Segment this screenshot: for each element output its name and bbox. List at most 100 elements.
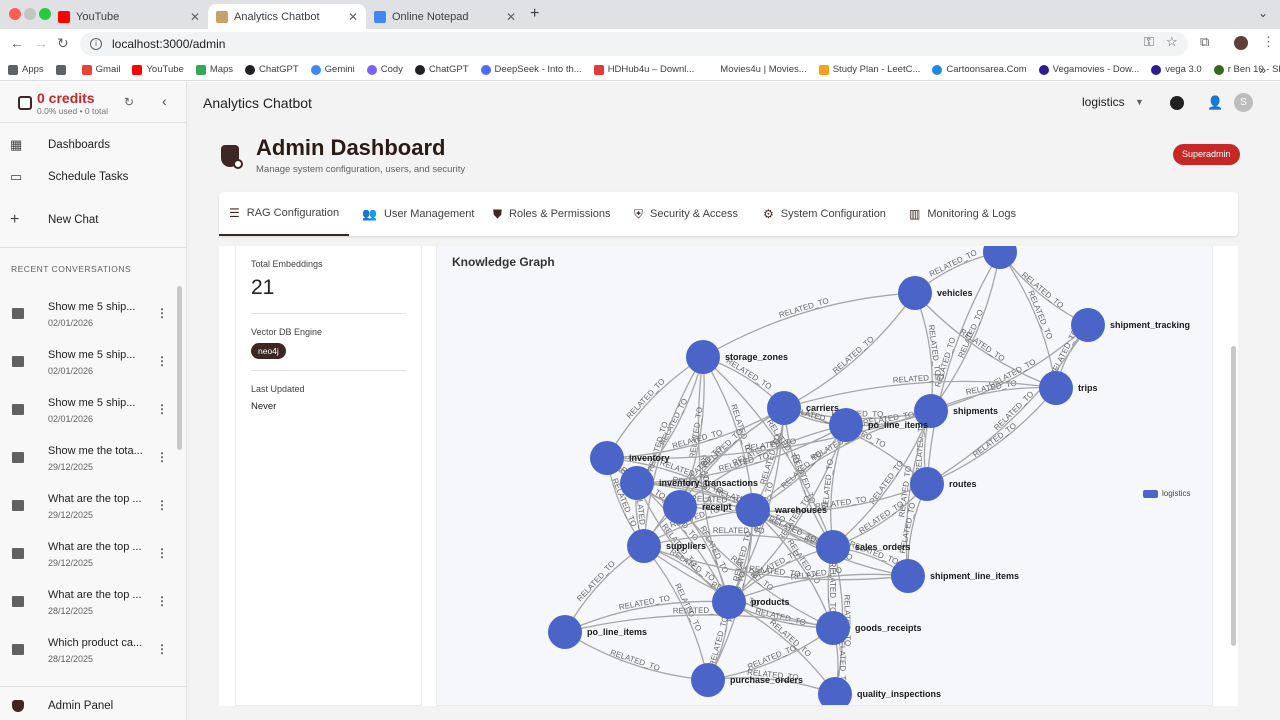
- bookmark-gemini[interactable]: Gemini: [310, 64, 355, 75]
- sidebar-scrollbar[interactable]: [177, 286, 182, 450]
- more-vert-icon[interactable]: ⋮: [156, 546, 168, 560]
- browser-tab-online-notepad[interactable]: Online Notepad ✕: [366, 4, 524, 29]
- forward-arrow-icon[interactable]: →: [34, 35, 48, 51]
- bookmark-grid[interactable]: [55, 64, 70, 75]
- reload-icon[interactable]: ↻: [57, 35, 69, 52]
- knowledge-graph-canvas[interactable]: RELATED_TORELATED_TORELATED_TORELATED_TO…: [437, 246, 1213, 706]
- graph-node-circle[interactable]: [627, 529, 661, 563]
- tab-monitoring-logs[interactable]: ▥ Monitoring & Logs: [909, 192, 1016, 236]
- graph-node[interactable]: goods_receipts: [816, 611, 922, 645]
- collapse-sidebar-chevron-icon[interactable]: ‹: [162, 93, 167, 109]
- sidebar-item-schedule-tasks[interactable]: ▭ Schedule Tasks: [0, 164, 186, 190]
- bookmark-deepseek[interactable]: DeepSeek - Into th...: [480, 64, 582, 75]
- graph-node-circle[interactable]: [816, 530, 850, 564]
- graph-node-circle[interactable]: [691, 663, 725, 697]
- graph-node[interactable]: quality_inspections: [818, 677, 941, 706]
- graph-node[interactable]: trips: [1039, 371, 1098, 405]
- user-icon[interactable]: 👤: [1207, 95, 1223, 111]
- more-vert-icon[interactable]: ⋮: [156, 498, 168, 512]
- bookmark-gmail[interactable]: Gmail: [81, 64, 120, 75]
- more-vert-icon[interactable]: ⋮: [156, 594, 168, 608]
- conversation-item[interactable]: Show me the tota... 29/12/2025 ⋮: [0, 442, 178, 482]
- more-vert-icon[interactable]: ⋮: [156, 450, 168, 464]
- graph-nodes[interactable]: vehicles shipment_tracking storage_zonestr…: [548, 246, 1190, 706]
- graph-node-circle[interactable]: [1039, 371, 1073, 405]
- bookmark-chatgpt-2[interactable]: ChatGPT: [414, 64, 469, 75]
- graph-node-circle[interactable]: [663, 490, 697, 524]
- graph-node-circle[interactable]: [686, 340, 720, 374]
- browser-tab-analytics-chatbot[interactable]: Analytics Chatbot ✕: [208, 4, 366, 29]
- graph-node-circle[interactable]: [712, 585, 746, 619]
- bookmark-cody[interactable]: Cody: [366, 64, 403, 75]
- more-vert-icon[interactable]: ⋮: [156, 306, 168, 320]
- bookmark-star-icon[interactable]: ☆: [1166, 34, 1178, 50]
- close-window-button[interactable]: [9, 8, 21, 20]
- graph-node[interactable]: routes: [910, 467, 977, 501]
- browser-tab-youtube[interactable]: YouTube ✕: [50, 4, 208, 29]
- bookmark-chatgpt[interactable]: ChatGPT: [245, 64, 299, 75]
- tab-user-management[interactable]: 👥 User Management: [362, 192, 474, 236]
- graph-node-circle[interactable]: [816, 611, 850, 645]
- graph-node-circle[interactable]: [736, 493, 770, 527]
- close-tab-icon[interactable]: ✕: [190, 10, 200, 24]
- browser-menu-icon[interactable]: ⋮: [1262, 34, 1275, 50]
- tab-search-chevron-icon[interactable]: ⌄: [1258, 6, 1268, 20]
- more-bookmarks-chevron-icon[interactable]: »: [1259, 63, 1266, 77]
- conversation-item[interactable]: Show me 5 ship... 02/01/2026 ⋮: [0, 298, 178, 338]
- tab-rag-configuration[interactable]: ☰ RAG Configuration: [219, 192, 350, 236]
- avatar[interactable]: S: [1234, 93, 1253, 112]
- bookmark-apps[interactable]: Apps: [8, 64, 44, 75]
- extensions-icon[interactable]: ⧉: [1200, 34, 1209, 50]
- bookmark-maps[interactable]: Maps: [195, 64, 233, 75]
- graph-node-circle[interactable]: [767, 391, 801, 425]
- conversation-item[interactable]: What are the top ... 29/12/2025 ⋮: [0, 490, 178, 530]
- more-vert-icon[interactable]: ⋮: [156, 402, 168, 416]
- back-arrow-icon[interactable]: ←: [10, 35, 24, 51]
- tab-security-access[interactable]: ⛨ Security & Access: [634, 192, 738, 236]
- graph-node[interactable]: [983, 246, 1017, 269]
- dropdown-caret-icon[interactable]: ▼: [1135, 97, 1144, 107]
- conversation-item[interactable]: What are the top ... 29/12/2025 ⋮: [0, 538, 178, 578]
- graph-node-circle[interactable]: [548, 615, 582, 649]
- more-vert-icon[interactable]: ⋮: [156, 354, 168, 368]
- conversation-item[interactable]: What are the top ... 28/12/2025 ⋮: [0, 586, 178, 626]
- graph-node[interactable]: shipment_line_items: [891, 559, 1019, 593]
- bookmark-vegamovies[interactable]: Vegamovies - Dow...: [1038, 64, 1139, 75]
- graph-node-circle[interactable]: [898, 276, 932, 310]
- graph-node[interactable]: shipment_tracking: [1071, 308, 1190, 342]
- bookmark-vega[interactable]: vega 3.0: [1151, 64, 1202, 75]
- address-bar[interactable]: i localhost:3000/admin: [80, 32, 1188, 56]
- password-key-icon[interactable]: ⚿: [1144, 34, 1154, 50]
- graph-node-circle[interactable]: [910, 467, 944, 501]
- new-tab-button[interactable]: +: [530, 5, 539, 23]
- sidebar-item-admin-panel[interactable]: Admin Panel: [0, 693, 186, 719]
- close-tab-icon[interactable]: ✕: [506, 10, 516, 24]
- tab-system-configuration[interactable]: ⚙ System Configuration: [763, 192, 886, 236]
- minimize-window-button[interactable]: [24, 8, 36, 20]
- bookmark-cartoonsarea[interactable]: Cartoonsarea.Com: [932, 64, 1027, 75]
- graph-node-circle[interactable]: [620, 466, 654, 500]
- profile-avatar-icon[interactable]: [1234, 36, 1248, 50]
- more-vert-icon[interactable]: ⋮: [156, 642, 168, 656]
- main-scrollbar[interactable]: [1231, 346, 1236, 646]
- conversation-item[interactable]: Which product ca... 28/12/2025 ⋮: [0, 634, 178, 674]
- conversation-item[interactable]: Show me 5 ship... 02/01/2026 ⋮: [0, 346, 178, 386]
- refresh-credits-icon[interactable]: ↻: [124, 95, 134, 109]
- bookmark-leetcode[interactable]: Study Plan - LeetC...: [818, 64, 920, 75]
- sidebar-item-new-chat[interactable]: + New Chat: [0, 207, 186, 233]
- bookmark-youtube[interactable]: YouTube: [132, 64, 184, 75]
- bookmark-hdhub4u[interactable]: HDHub4u – Downl...: [593, 64, 694, 75]
- tab-roles-permissions[interactable]: ⛊ Roles & Permissions: [493, 192, 611, 236]
- database-select[interactable]: logistics: [1082, 95, 1125, 109]
- theme-toggle-icon[interactable]: [1170, 96, 1184, 110]
- bookmark-movies4u[interactable]: Movies4u | Movies...: [706, 64, 807, 75]
- graph-node-circle[interactable]: [891, 559, 925, 593]
- graph-node[interactable]: vehicles: [898, 276, 973, 310]
- graph-node-circle[interactable]: [590, 441, 624, 475]
- graph-node-circle[interactable]: [829, 408, 863, 442]
- bookmark-ben10[interactable]: r Ben 10 - SD Toons: [1213, 64, 1280, 75]
- sidebar-item-dashboards[interactable]: ▦ Dashboards: [0, 132, 186, 158]
- site-info-icon[interactable]: i: [90, 38, 102, 50]
- graph-node-circle[interactable]: [1071, 308, 1105, 342]
- close-tab-icon[interactable]: ✕: [348, 10, 358, 24]
